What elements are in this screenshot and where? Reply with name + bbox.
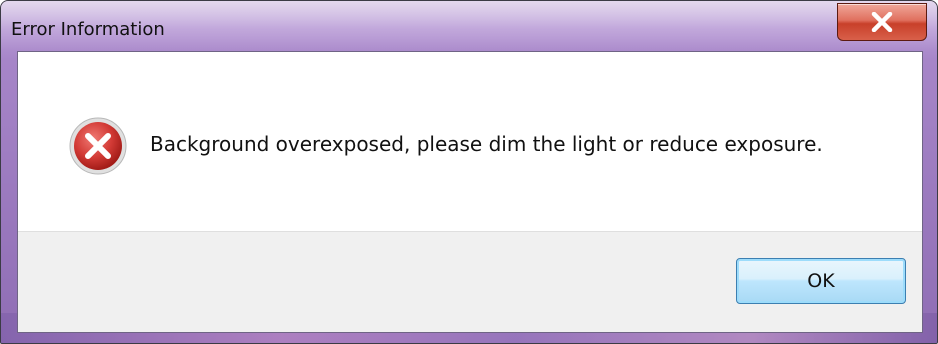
ok-button[interactable]: OK: [736, 258, 906, 304]
dialog-content: Background overexposed, please dim the l…: [17, 51, 923, 333]
message-area: Background overexposed, please dim the l…: [18, 52, 922, 232]
title-bar[interactable]: Error Information: [1, 1, 937, 51]
dialog-window: Error Information Background overexposed…: [0, 0, 938, 344]
window-title: Error Information: [11, 19, 165, 40]
close-button[interactable]: [837, 3, 927, 41]
button-bar: OK: [18, 231, 922, 332]
close-icon: [871, 12, 893, 32]
error-message: Background overexposed, please dim the l…: [150, 132, 823, 156]
error-icon: [69, 117, 127, 175]
